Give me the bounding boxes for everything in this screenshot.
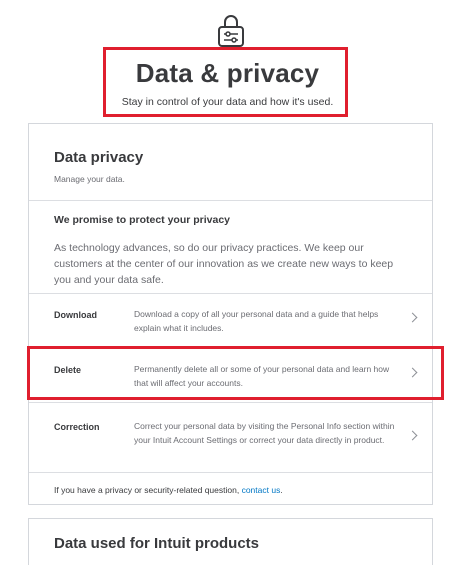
correction-row[interactable]: Correction Correct your personal data by…: [29, 406, 432, 471]
download-row[interactable]: Download Download a copy of all your per…: [29, 294, 432, 349]
row-description-correction: Correct your personal data by visiting t…: [134, 421, 395, 445]
data-privacy-card: Data privacy Manage your data. We promis…: [28, 123, 433, 505]
card-subtitle: Manage your data.: [54, 174, 125, 184]
footer-prefix: If you have a privacy or security-relate…: [54, 485, 242, 495]
row-description-download: Download a copy of all your personal dat…: [134, 309, 379, 333]
divider: [29, 200, 432, 201]
privacy-question-text: If you have a privacy or security-relate…: [54, 485, 283, 495]
promise-body: As technology advances, so do our privac…: [54, 242, 394, 286]
delete-highlight-box: [27, 346, 444, 400]
footer-suffix: .: [280, 485, 283, 495]
chevron-right-icon: [407, 430, 418, 441]
card-title: Data privacy: [54, 149, 144, 166]
promise-title: We promise to protect your privacy: [54, 214, 231, 226]
row-label-correction: Correction: [54, 422, 100, 432]
chevron-right-icon: [407, 312, 418, 323]
title-highlight-box: [103, 47, 348, 117]
intuit-products-card: Data used for Intuit products: [28, 518, 433, 565]
row-label-download: Download: [54, 310, 97, 320]
lock-icon: [218, 15, 244, 47]
divider: [29, 472, 432, 473]
divider: [29, 402, 432, 403]
card-title: Data used for Intuit products: [54, 535, 260, 552]
contact-us-link[interactable]: contact us: [242, 485, 281, 495]
